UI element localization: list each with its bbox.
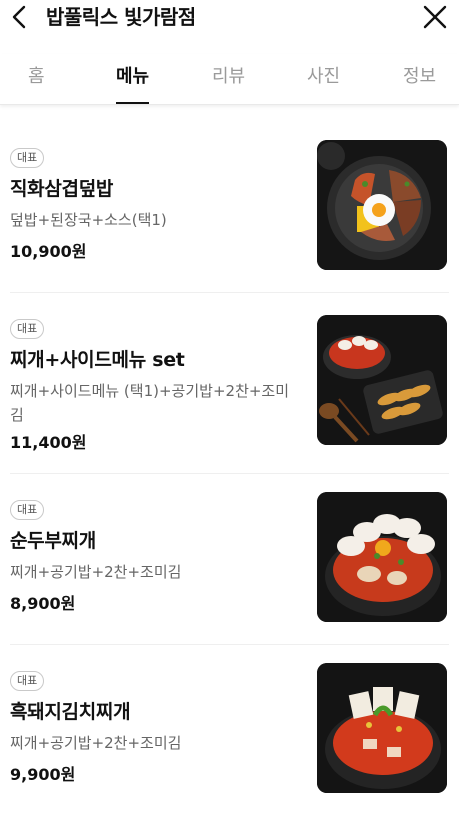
store-title: 밥풀릭스 빛가람점 bbox=[46, 5, 196, 29]
tab-reviews[interactable]: 리뷰 bbox=[212, 62, 245, 104]
menu-item-desc: 덮밥+된장국+소스(택1) bbox=[10, 211, 167, 229]
signature-badge: 대표 bbox=[10, 319, 45, 339]
tab-photos[interactable]: 사진 bbox=[307, 62, 340, 104]
menu-item-desc: 찌개+사이드메뉴 (택1)+공기밥+2찬+조미김 bbox=[10, 382, 290, 424]
menu-item[interactable]: 대표 찌개+사이드메뉴 set 찌개+사이드메뉴 (택1)+공기밥+2찬+조미김… bbox=[10, 293, 449, 474]
kimchi-stew-image bbox=[317, 663, 447, 793]
menu-item-desc: 찌개+공기밥+2찬+조미김 bbox=[10, 734, 182, 752]
menu-item-name: 찌개+사이드메뉴 set bbox=[10, 349, 185, 371]
menu-item-price: 10,900원 bbox=[10, 242, 87, 261]
tab-bar: 홈 메뉴 리뷰 사진 정보 bbox=[0, 54, 459, 105]
tab-info[interactable]: 정보 bbox=[403, 62, 436, 104]
signature-badge: 대표 bbox=[10, 148, 45, 168]
menu-list: 대표 직화삼겹덮밥 덮밥+된장국+소스(택1) 10,900원 대표 찌개+사이… bbox=[0, 122, 459, 815]
menu-item-price: 9,900원 bbox=[10, 765, 76, 784]
tab-home[interactable]: 홈 bbox=[28, 62, 45, 104]
close-button[interactable] bbox=[421, 3, 449, 31]
soft-tofu-stew-image bbox=[317, 492, 447, 622]
tab-menu[interactable]: 메뉴 bbox=[116, 62, 150, 104]
menu-item-name: 순두부찌개 bbox=[10, 530, 96, 552]
menu-item-price: 11,400원 bbox=[10, 433, 87, 452]
menu-item-name: 흑돼지김치찌개 bbox=[10, 701, 131, 723]
menu-item[interactable]: 대표 순두부찌개 찌개+공기밥+2찬+조미김 8,900원 bbox=[10, 474, 449, 645]
stew-side-set-image bbox=[317, 315, 447, 445]
back-button[interactable] bbox=[6, 3, 34, 31]
close-icon bbox=[423, 5, 447, 29]
menu-item-desc: 찌개+공기밥+2찬+조미김 bbox=[10, 563, 182, 581]
signature-badge: 대표 bbox=[10, 671, 45, 691]
menu-item[interactable]: 대표 흑돼지김치찌개 찌개+공기밥+2찬+조미김 9,900원 bbox=[10, 645, 449, 815]
chevron-left-icon bbox=[12, 5, 26, 29]
pork-rice-bowl-image bbox=[317, 140, 447, 270]
menu-item-name: 직화삼겹덮밥 bbox=[10, 178, 114, 200]
menu-item-price: 8,900원 bbox=[10, 594, 76, 613]
top-bar: 밥풀릭스 빛가람점 bbox=[0, 0, 459, 36]
menu-item[interactable]: 대표 직화삼겹덮밥 덮밥+된장국+소스(택1) 10,900원 bbox=[10, 122, 449, 293]
signature-badge: 대표 bbox=[10, 500, 45, 520]
